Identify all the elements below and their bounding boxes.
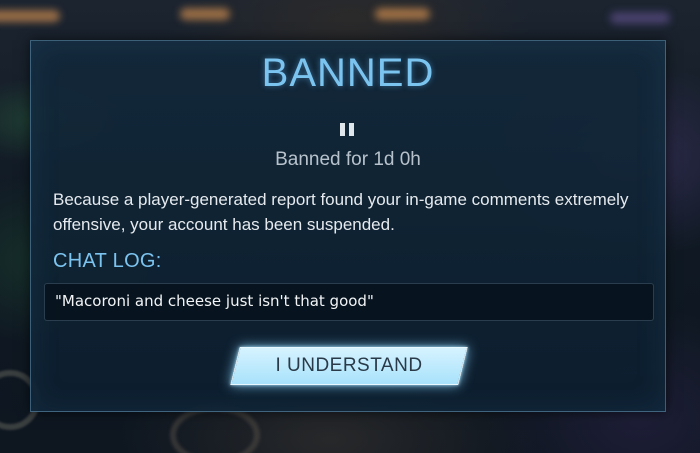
ban-dialog: BANNED Banned for 1d 0h Because a player… — [30, 40, 666, 412]
pause-icon — [338, 123, 356, 137]
i-understand-button[interactable]: I UNDERSTAND — [230, 347, 468, 385]
background-light — [0, 10, 60, 22]
ban-duration: Banned for 1d 0h — [275, 149, 421, 170]
chat-log-entry: "Macoroni and cheese just isn't that goo… — [55, 292, 374, 310]
ban-message: Because a player-generated report found … — [53, 190, 629, 234]
background-light — [375, 8, 430, 20]
background-light — [610, 12, 670, 24]
background-wheel — [170, 405, 260, 453]
background-light — [180, 8, 230, 20]
dialog-title: BANNED — [261, 51, 435, 95]
chat-log-heading: CHAT LOG: — [53, 250, 162, 272]
i-understand-label: I UNDERSTAND — [275, 355, 423, 376]
chat-log-box: "Macoroni and cheese just isn't that goo… — [44, 283, 654, 321]
